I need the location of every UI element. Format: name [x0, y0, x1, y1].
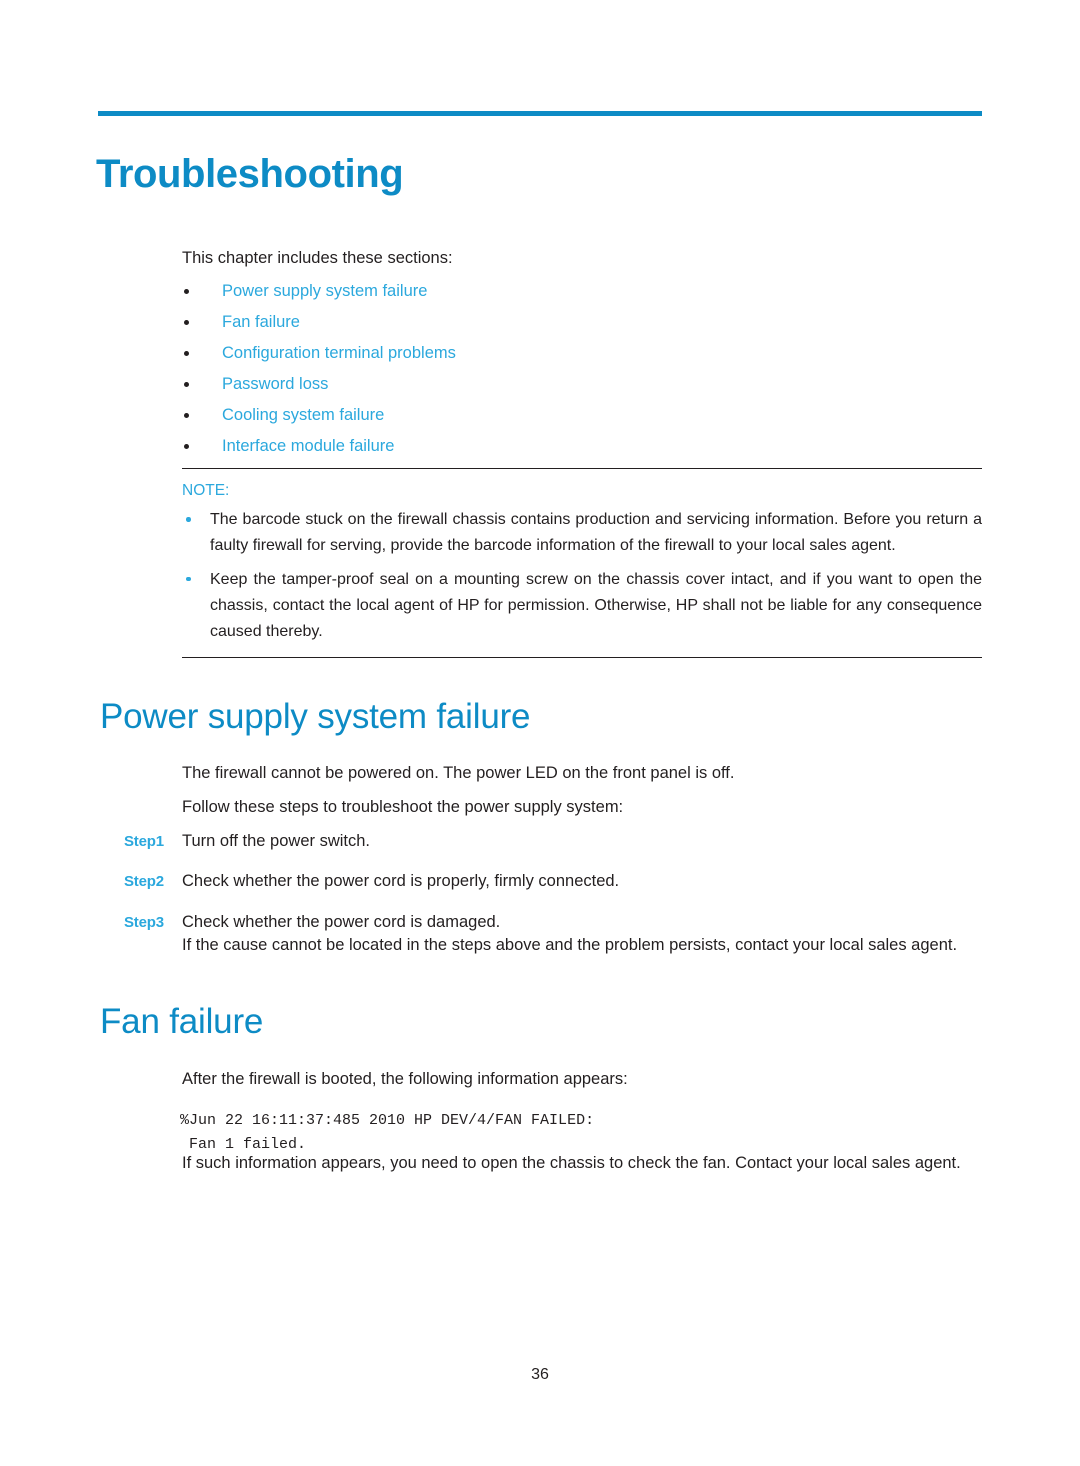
step-label: Step3: [124, 913, 164, 931]
step-label: Step2: [124, 873, 164, 891]
bullet-icon: [184, 320, 189, 325]
list-item[interactable]: Interface module failure: [182, 431, 982, 462]
note-label: NOTE:: [182, 482, 230, 499]
toc-link-label[interactable]: Cooling system failure: [222, 406, 384, 424]
list-item[interactable]: Password loss: [182, 369, 982, 400]
note-item-text: Keep the tamper-proof seal on a mounting…: [210, 570, 982, 640]
page-number: 36: [531, 1366, 549, 1383]
note-list: The barcode stuck on the firewall chassi…: [182, 507, 982, 645]
section-heading-power-supply: Power supply system failure: [100, 697, 531, 736]
bullet-icon: [184, 382, 189, 387]
intro-text: This chapter includes these sections:: [182, 249, 453, 267]
list-item[interactable]: Power supply system failure: [182, 276, 982, 307]
fan-failure-paragraph-1: After the firewall is booted, the follow…: [182, 1070, 628, 1088]
bullet-icon: [184, 413, 189, 418]
step-text: Turn off the power switch.: [182, 832, 371, 850]
power-supply-paragraph-3: If the cause cannot be located in the st…: [182, 936, 958, 954]
note-callout: NOTE: The barcode stuck on the firewall …: [182, 468, 982, 658]
chapter-title-rule: [98, 111, 982, 116]
step-label: Step1: [124, 833, 164, 850]
power-supply-paragraph-2: Follow these steps to troubleshoot the p…: [182, 798, 624, 816]
list-item: The barcode stuck on the firewall chassi…: [182, 507, 982, 559]
section-heading-fan-failure: Fan failure: [100, 1002, 264, 1041]
document-page: Troubleshooting This chapter includes th…: [0, 0, 1080, 1466]
step-text: Check whether the power cord is properly…: [182, 872, 620, 891]
toc-link-label[interactable]: Power supply system failure: [222, 282, 427, 300]
fan-failure-paragraph-2: If such information appears, you need to…: [182, 1154, 961, 1172]
note-item-text: The barcode stuck on the firewall chassi…: [210, 511, 982, 555]
power-supply-steps: Step1 Turn off the power switch. Step2 C…: [124, 828, 984, 949]
toc-link-label[interactable]: Fan failure: [222, 313, 300, 331]
page-title: Troubleshooting: [96, 151, 404, 196]
list-item[interactable]: Configuration terminal problems: [182, 338, 982, 369]
list-item[interactable]: Cooling system failure: [182, 400, 982, 431]
power-supply-paragraph-1: The firewall cannot be powered on. The p…: [182, 764, 735, 782]
toc-link-label[interactable]: Configuration terminal problems: [222, 344, 456, 362]
bullet-icon: [184, 289, 189, 294]
list-item[interactable]: Fan failure: [182, 307, 982, 338]
step-row: Step2 Check whether the power cord is pr…: [124, 868, 984, 894]
bullet-icon: [186, 517, 191, 522]
list-item: Keep the tamper-proof seal on a mounting…: [182, 567, 982, 645]
toc-link-label[interactable]: Interface module failure: [222, 437, 394, 455]
step-row: Step1 Turn off the power switch.: [124, 828, 984, 854]
bullet-icon: [186, 576, 191, 582]
bullet-icon: [184, 444, 189, 449]
toc-link-label[interactable]: Password loss: [222, 375, 328, 393]
bullet-icon: [184, 351, 189, 356]
chapter-sections-list: Power supply system failure Fan failure …: [182, 276, 982, 462]
